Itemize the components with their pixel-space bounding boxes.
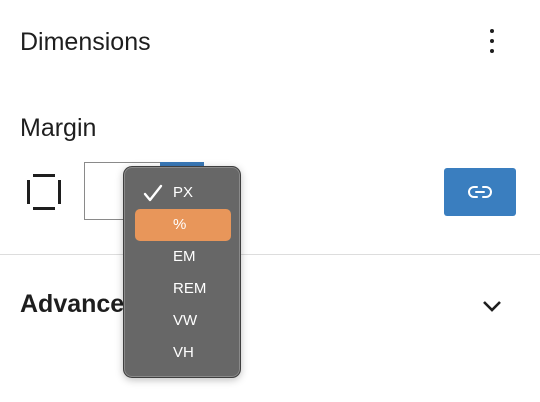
unit-option-label: PX	[173, 184, 194, 201]
unit-option-em[interactable]: EM	[135, 241, 231, 273]
unit-dropdown-menu: PX % EM REM VW VH	[123, 166, 241, 378]
unit-option-vh[interactable]: VH	[135, 337, 231, 369]
margin-label: Margin	[20, 114, 97, 142]
check-icon	[143, 184, 163, 202]
unit-option-vw[interactable]: VW	[135, 305, 231, 337]
unit-option-percent[interactable]: %	[135, 209, 231, 241]
panel-title: Dimensions	[20, 28, 151, 56]
link-sides-button[interactable]	[444, 168, 516, 216]
box-sides-icon[interactable]	[27, 174, 61, 210]
advanced-toggle-label[interactable]: Advanced	[20, 290, 139, 319]
link-icon	[468, 186, 492, 198]
more-vertical-icon-dot	[490, 39, 494, 43]
unit-option-px[interactable]: PX	[135, 177, 231, 209]
chevron-down-icon[interactable]	[480, 298, 504, 314]
unit-option-label: VW	[173, 312, 198, 329]
unit-option-rem[interactable]: REM	[135, 273, 231, 305]
unit-option-label: VH	[173, 344, 194, 361]
more-vertical-icon-dot	[490, 49, 494, 53]
section-divider	[0, 254, 540, 255]
unit-option-label: EM	[173, 248, 196, 265]
unit-option-label: REM	[173, 280, 207, 297]
more-options-button[interactable]	[476, 22, 508, 60]
more-vertical-icon	[490, 29, 494, 33]
unit-option-label: %	[173, 216, 187, 233]
